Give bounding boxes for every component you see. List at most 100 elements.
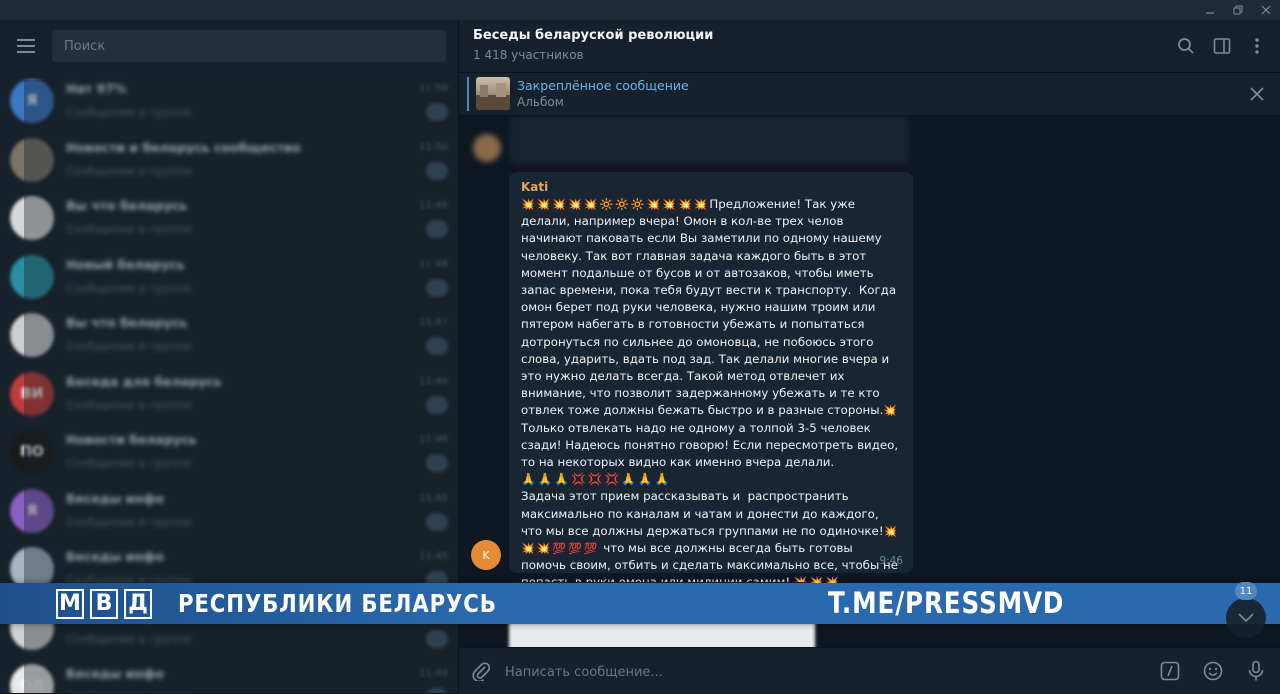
avatar: ПО bbox=[10, 430, 54, 475]
unread-count bbox=[426, 103, 448, 122]
chat-list-item[interactable]: Я Беседы инфо 11:45 Сообщение в группе bbox=[0, 482, 458, 541]
avatar: Я bbox=[10, 488, 54, 533]
watermark-letter: В bbox=[90, 588, 118, 619]
chat-title: Новости беларусь bbox=[66, 432, 197, 448]
chat-title: Новости и беларусь сообщество bbox=[66, 139, 301, 155]
avatar bbox=[10, 137, 54, 182]
restore-icon[interactable] bbox=[1224, 0, 1252, 20]
message-text: 💥💥💥💥💥🔆🔆🔆💥💥💥💥Предложение! Так уже делали,… bbox=[521, 196, 901, 592]
pinned-subtitle: Альбом bbox=[517, 95, 564, 109]
search-input[interactable] bbox=[52, 30, 446, 62]
chat-time: 11:50 bbox=[419, 141, 448, 153]
message-bubble[interactable]: Kati 💥💥💥💥💥🔆🔆🔆💥💥💥💥Предложение! Так уже де… bbox=[509, 172, 913, 589]
chat-time: 11:45 bbox=[419, 551, 448, 563]
chat-preview: Сообщение в группе bbox=[66, 514, 192, 529]
chat-preview: Сообщение в группе bbox=[66, 456, 192, 471]
watermark-url: T.ME/PRESSMVD bbox=[828, 586, 1065, 620]
chat-preview: Сообщение в группе bbox=[66, 222, 192, 237]
emoji: 💥 bbox=[883, 404, 900, 418]
chat-list-item[interactable]: Вы что беларусь 11:47 Сообщение в группе bbox=[0, 306, 458, 365]
avatar: ОЛ bbox=[10, 664, 54, 693]
watermark-letter: М bbox=[56, 588, 84, 619]
chat-title: Беседы беларуской революции bbox=[473, 28, 714, 43]
sidebar-top-bar bbox=[0, 20, 458, 72]
chevron-down-icon bbox=[1238, 613, 1254, 623]
search-icon[interactable] bbox=[1174, 34, 1198, 58]
microphone-icon[interactable] bbox=[1244, 659, 1268, 683]
chat-list-item[interactable]: Новый беларусь 11:48 Сообщение в группе bbox=[0, 248, 458, 307]
message-input[interactable] bbox=[503, 656, 1127, 688]
unread-badge: 11 bbox=[1235, 582, 1257, 600]
avatar bbox=[473, 134, 501, 162]
avatar: Я bbox=[10, 79, 54, 124]
chat-preview: Сообщение в группе bbox=[66, 163, 192, 178]
chat-list-item[interactable]: ПО Новости беларусь 11:46 Сообщение в групп… bbox=[0, 423, 458, 482]
chat-header[interactable]: Беседы беларуской революции 1 418 участн… bbox=[459, 20, 1280, 73]
message-text-part: Предложение! Так уже делали, например вч… bbox=[521, 197, 900, 418]
chat-time: 11:46 bbox=[419, 375, 448, 387]
more-options-icon[interactable] bbox=[1245, 34, 1269, 58]
pinned-message-bar[interactable]: Закреплённое сообщение Альбом bbox=[459, 73, 1280, 115]
avatar bbox=[10, 196, 54, 241]
menu-icon[interactable] bbox=[0, 20, 52, 72]
emoji-icon[interactable] bbox=[1201, 659, 1225, 683]
watermark-letter: Д bbox=[124, 588, 152, 619]
attach-icon[interactable] bbox=[469, 659, 493, 683]
chat-preview: Сообщение в группе bbox=[66, 397, 192, 412]
chat-title: Беседа для беларусь bbox=[66, 373, 222, 389]
chat-time: 11:50 bbox=[419, 83, 448, 95]
watermark-logo: М В Д bbox=[56, 588, 158, 619]
message-time: 9:46 bbox=[879, 555, 903, 567]
chat-time: 11:46 bbox=[419, 434, 448, 446]
avatar bbox=[10, 313, 54, 358]
message-sender[interactable]: Kati bbox=[521, 180, 901, 194]
chat-title: Вы что беларусь bbox=[66, 198, 188, 214]
message-area: Kati 💥💥💥💥💥🔆🔆🔆💥💥💥💥Предложение! Так уже де… bbox=[459, 116, 1280, 653]
chat-preview: Сообщение в группе bbox=[66, 339, 192, 354]
chat-time: 11:47 bbox=[419, 317, 448, 329]
member-count: 1 418 участников bbox=[473, 48, 584, 62]
scroll-down-button[interactable] bbox=[1226, 598, 1266, 638]
chat-title: Беседы инфо bbox=[66, 549, 165, 565]
emoji-row: 🙏🙏🙏💢💢💢🙏🙏🙏 bbox=[521, 472, 672, 487]
bot-commands-icon[interactable] bbox=[1158, 659, 1182, 683]
chat-title: Нат 97% bbox=[66, 81, 127, 97]
chat-preview: Сообщение в группе bbox=[66, 631, 192, 646]
chat-preview: Сообщение в группе bbox=[66, 280, 192, 295]
chat-title: Новый беларусь bbox=[66, 256, 185, 272]
chat-list-item[interactable]: ВИ Беседа для беларусь 11:46 Сообщение в гр… bbox=[0, 365, 458, 424]
unread-count bbox=[426, 629, 448, 648]
chat-list-item[interactable]: Я Нат 97% 11:50 Сообщение в группе bbox=[0, 72, 458, 131]
avatar[interactable]: K bbox=[471, 540, 501, 570]
unread-count bbox=[426, 688, 448, 693]
unread-count bbox=[426, 512, 448, 531]
unread-count bbox=[426, 454, 448, 473]
minimize-icon[interactable] bbox=[1196, 0, 1224, 20]
chat-title: Беседы инфо bbox=[66, 490, 165, 506]
side-panel-icon[interactable] bbox=[1210, 34, 1234, 58]
avatar: ВИ bbox=[10, 371, 54, 416]
chat-list-item[interactable]: Новости и беларусь сообщество 11:50 Сообще… bbox=[0, 131, 458, 190]
close-icon[interactable] bbox=[1246, 83, 1268, 105]
avatar bbox=[10, 254, 54, 299]
chat-list-item[interactable]: ОЛБеседы инфо11:44Сообщение в группе bbox=[0, 657, 458, 693]
pinned-title: Закреплённое сообщение bbox=[517, 78, 689, 93]
message-input-bar bbox=[459, 647, 1280, 694]
close-window-icon[interactable] bbox=[1252, 0, 1280, 20]
unread-count bbox=[426, 220, 448, 239]
chat-time: 11:48 bbox=[419, 258, 448, 270]
unread-count bbox=[426, 278, 448, 297]
unread-count bbox=[426, 161, 448, 180]
chat-title: Вы что беларусь bbox=[66, 315, 188, 331]
chat-time: 11:48 bbox=[419, 200, 448, 212]
pinned-accent-bar bbox=[467, 77, 469, 111]
unread-count bbox=[426, 395, 448, 414]
watermark-banner: М В Д РЕСПУБЛИКИ БЕЛАРУСЬ T.ME/PRESSMVD bbox=[0, 583, 1280, 624]
unread-count bbox=[426, 337, 448, 356]
chat-preview: Сообщение в группе bbox=[66, 105, 192, 120]
chat-title: Беседы инфо bbox=[66, 666, 165, 682]
chat-list-item[interactable]: Вы что беларусь 11:48 Сообщение в группе bbox=[0, 189, 458, 248]
emoji-row: 💥💥💥💥💥🔆🔆🔆💥💥💥💥 bbox=[521, 198, 710, 211]
pinned-thumbnail bbox=[476, 77, 510, 110]
watermark-text: РЕСПУБЛИКИ БЕЛАРУСЬ bbox=[178, 589, 497, 618]
